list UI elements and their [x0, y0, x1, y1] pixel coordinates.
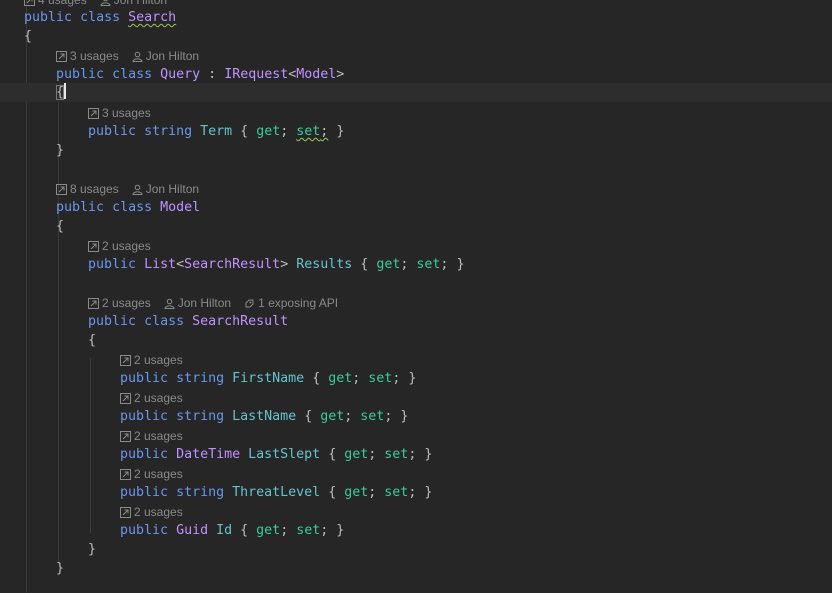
code-line: public class SearchResult — [88, 314, 289, 329]
person-icon — [164, 298, 175, 309]
code-line: } — [88, 542, 97, 557]
code-line: public class Model — [56, 200, 201, 215]
text-caret — [64, 83, 67, 99]
code-vision-hint[interactable]: 2 usages — [120, 466, 196, 482]
property-name-firstname[interactable]: FirstName — [232, 371, 304, 386]
code-vision-hint[interactable]: 8 usages Jon Hilton — [56, 181, 212, 197]
usages-arrow-icon — [56, 183, 67, 195]
code-line: public string Term { get; set; } — [88, 124, 345, 139]
code-line: public DateTime LastSlept { get; set; } — [120, 447, 433, 462]
code-vision-hint[interactable]: 4 usages Jon Hilton — [24, 0, 180, 8]
code-line: public string ThreatLevel { get; set; } — [120, 485, 433, 500]
class-name-model[interactable]: Model — [160, 200, 200, 215]
property-name-id[interactable]: Id — [216, 523, 232, 538]
code-line: public class Query : IRequest<Model> — [56, 67, 345, 82]
usages-arrow-icon — [120, 468, 131, 480]
code-line: { — [56, 219, 65, 234]
code-line: public List<SearchResult> Results { get;… — [88, 257, 465, 272]
usages-hint[interactable]: 2 usages — [120, 466, 183, 482]
usages-arrow-icon — [56, 50, 67, 62]
code-line: public string FirstName { get; set; } — [120, 371, 417, 386]
code-vision-hint[interactable]: 2 usages Jon Hilton 1 exposing API — [88, 295, 351, 311]
usages-arrow-icon — [120, 392, 131, 404]
code-vision-hint[interactable]: 2 usages — [120, 428, 196, 444]
code-line: { — [88, 333, 97, 348]
indent-guide — [58, 100, 59, 563]
usages-arrow-icon — [120, 506, 131, 518]
usages-hint[interactable]: 2 usages — [120, 390, 183, 406]
property-name-lastslept[interactable]: LastSlept — [248, 447, 320, 462]
usages-arrow-icon — [24, 0, 35, 6]
usages-arrow-icon — [120, 430, 131, 442]
property-name-term[interactable]: Term — [200, 124, 232, 139]
property-name-results[interactable]: Results — [296, 257, 352, 272]
class-name-searchresult[interactable]: SearchResult — [192, 314, 288, 329]
exposing-api-hint[interactable]: 1 exposing API — [244, 295, 338, 311]
usages-arrow-icon — [88, 240, 99, 252]
code-line: public Guid Id { get; set; } — [120, 523, 345, 538]
code-line: } — [56, 561, 65, 576]
usages-hint[interactable]: 2 usages — [120, 504, 183, 520]
exposing-api-icon — [245, 299, 254, 307]
class-name-query[interactable]: Query — [160, 67, 200, 82]
person-icon — [132, 51, 143, 62]
code-line: } — [56, 143, 65, 158]
matched-brace: { — [56, 85, 65, 100]
code-line: public string LastName { get; set; } — [120, 409, 409, 424]
usages-hint[interactable]: 2 usages — [120, 352, 183, 368]
property-name-lastname[interactable]: LastName — [232, 409, 296, 424]
author-hint[interactable]: Jon Hilton — [132, 48, 199, 64]
person-icon — [100, 0, 111, 6]
usages-hint[interactable]: 8 usages — [56, 181, 119, 197]
author-hint[interactable]: Jon Hilton — [132, 181, 199, 197]
author-hint[interactable]: Jon Hilton — [164, 295, 231, 311]
code-line-current: { — [56, 83, 67, 102]
code-vision-hint[interactable]: 2 usages — [120, 504, 196, 520]
code-line: public class Search — [24, 10, 177, 25]
usages-hint[interactable]: 3 usages — [56, 48, 119, 64]
usages-hint[interactable]: 3 usages — [88, 105, 151, 121]
indent-guide — [90, 358, 91, 533]
usages-hint[interactable]: 2 usages — [88, 238, 151, 254]
code-line: { — [24, 29, 33, 44]
code-vision-hint[interactable]: 2 usages — [120, 390, 196, 406]
person-icon — [132, 184, 143, 195]
usages-arrow-icon — [120, 354, 131, 366]
usages-hint[interactable]: 4 usages — [24, 0, 87, 8]
class-name-search[interactable]: Search — [128, 10, 176, 25]
author-hint[interactable]: Jon Hilton — [100, 0, 167, 8]
usages-hint[interactable]: 2 usages — [88, 295, 151, 311]
property-name-threatlevel[interactable]: ThreatLevel — [232, 485, 320, 500]
current-line-highlight — [0, 83, 832, 102]
usages-arrow-icon — [88, 107, 99, 119]
usages-arrow-icon — [88, 297, 99, 309]
usages-hint[interactable]: 2 usages — [120, 428, 183, 444]
code-vision-hint[interactable]: 2 usages — [88, 238, 164, 254]
code-vision-hint[interactable]: 3 usages Jon Hilton — [56, 48, 212, 64]
code-vision-hint[interactable]: 3 usages — [88, 105, 164, 121]
code-vision-hint[interactable]: 2 usages — [120, 352, 196, 368]
code-editor[interactable]: 4 usages Jon Hilton public class Search … — [0, 0, 832, 593]
